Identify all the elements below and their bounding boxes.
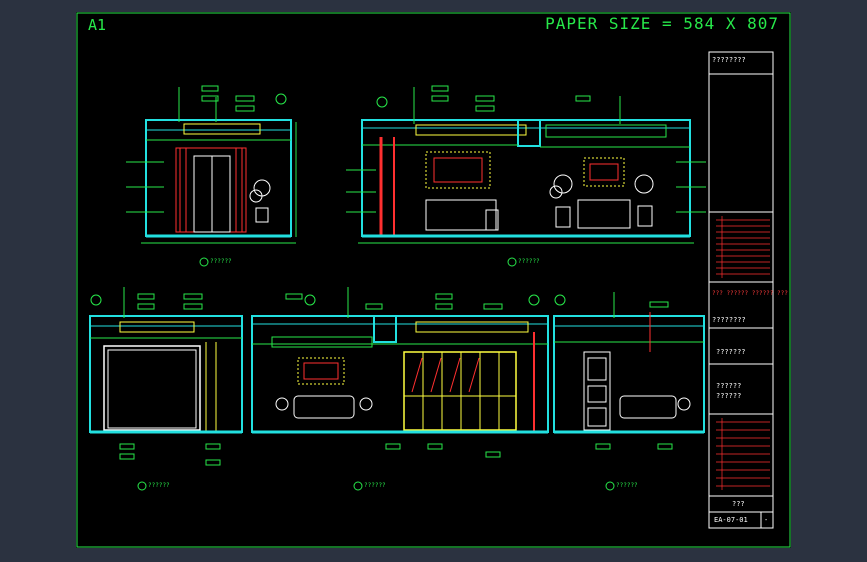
title-block-company: ??? ?????? ?????? ???	[712, 290, 788, 297]
title-block-drawing-name-2: ??????	[716, 382, 742, 390]
drawing-sheet: A1 PAPER SIZE = 584 X 807 ?????? ?????? …	[76, 12, 791, 548]
title-block-drawing-number: EA-07-01	[714, 516, 748, 524]
title-block-drawing-name-3: ??????	[716, 392, 742, 400]
sheet-size-label: A1	[88, 16, 107, 34]
elevation-title-top-right: ??????	[518, 258, 540, 265]
elevation-top-right	[346, 85, 706, 267]
sheet-frame	[76, 12, 791, 548]
elevation-title-bottom-left: ??????	[148, 482, 170, 489]
cad-drawing	[76, 12, 791, 548]
elevation-title-bottom-right: ??????	[616, 482, 638, 489]
elevation-bottom-right	[553, 292, 705, 491]
title-block-sheet-index: -	[764, 516, 769, 524]
elevation-title-top-left: ??????	[210, 258, 232, 265]
title-block-project-note: ????????	[712, 316, 746, 324]
elevation-bottom-middle	[251, 287, 549, 491]
title-block-drawing-name-1: ???????	[716, 348, 746, 356]
title-block-scale: ???	[732, 500, 745, 508]
elevation-bottom-left	[89, 287, 243, 491]
elevation-top-left	[126, 85, 297, 267]
paper-size-label: PAPER SIZE = 584 X 807	[545, 14, 779, 33]
title-block-header: ????????	[712, 56, 746, 64]
elevation-title-bottom-middle: ??????	[364, 482, 386, 489]
